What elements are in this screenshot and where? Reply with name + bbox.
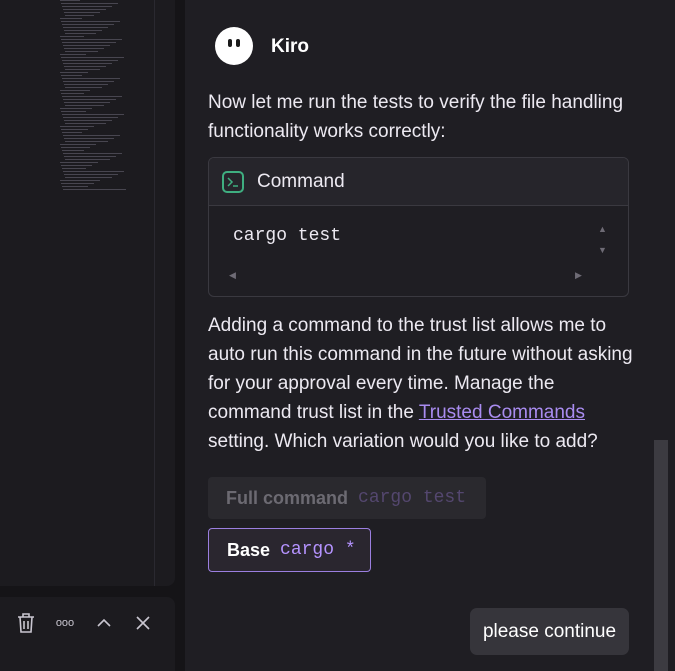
minimap-line xyxy=(64,174,118,175)
minimap-line xyxy=(65,159,110,160)
pane-divider xyxy=(154,0,155,586)
minimap-line xyxy=(62,132,82,133)
minimap-line xyxy=(60,108,92,109)
minimap-line xyxy=(61,39,122,40)
minimap-line xyxy=(62,24,114,25)
close-icon[interactable] xyxy=(131,611,155,635)
minimap-line xyxy=(63,63,112,64)
minimap-line xyxy=(62,60,118,61)
minimap-line xyxy=(63,153,122,154)
minimap-line xyxy=(60,72,88,73)
minimap-line xyxy=(65,33,96,34)
minimap-line xyxy=(63,171,124,172)
minimap-line xyxy=(62,42,116,43)
minimap-line xyxy=(60,180,100,181)
minimap-line xyxy=(63,27,108,28)
scroll-right-arrow[interactable]: ▶ xyxy=(575,270,582,281)
chat-panel: Kiro Now let me run the tests to verify … xyxy=(185,0,675,671)
agent-message: Now let me run the tests to verify the f… xyxy=(208,92,624,142)
minimap-line xyxy=(65,177,112,178)
minimap-line xyxy=(65,105,104,106)
chat-scrollbar[interactable] xyxy=(654,440,668,671)
full-command-button[interactable]: Full command cargo test xyxy=(208,477,486,519)
minimap-line xyxy=(63,9,106,10)
base-command-button[interactable]: Base cargo * xyxy=(208,528,371,572)
minimap-line xyxy=(65,51,98,52)
minimap-line xyxy=(62,150,84,151)
command-card-header: Command xyxy=(209,158,628,206)
minimap-line xyxy=(64,30,102,31)
minimap-line xyxy=(61,129,88,130)
minimap-line xyxy=(62,186,88,187)
full-command-value: cargo test xyxy=(358,488,467,508)
minimap-line xyxy=(60,162,98,163)
minimap-line xyxy=(64,138,114,139)
minimap-line xyxy=(65,141,108,142)
minimap-line xyxy=(61,93,84,94)
minimap-line xyxy=(62,114,124,115)
trust-prompt-text-end: setting. Which variation would you like … xyxy=(208,431,598,452)
minimap-line xyxy=(60,144,96,145)
trust-prompt: Adding a command to the trust list allow… xyxy=(208,311,638,456)
minimap-line xyxy=(60,18,82,19)
minimap-line xyxy=(64,102,110,103)
base-command-value: cargo * xyxy=(280,540,356,560)
agent-name: Kiro xyxy=(271,36,309,57)
minimap-line xyxy=(63,99,116,100)
minimap-line xyxy=(65,123,106,124)
minimap[interactable] xyxy=(60,0,128,200)
scroll-up-arrow[interactable]: ▲ xyxy=(598,224,607,234)
minimap-line xyxy=(64,120,112,121)
bottom-toolbar: ooo xyxy=(0,597,175,671)
minimap-line xyxy=(65,87,102,88)
kiro-avatar xyxy=(215,27,253,65)
minimap-line xyxy=(63,135,120,136)
minimap-line xyxy=(61,183,94,184)
minimap-line xyxy=(60,54,86,55)
minimap-line xyxy=(61,75,82,76)
minimap-line xyxy=(63,81,114,82)
minimap-line xyxy=(64,66,106,67)
minimap-line xyxy=(60,36,84,37)
minimap-line xyxy=(61,3,118,4)
minimap-line xyxy=(62,96,122,97)
full-command-label: Full command xyxy=(226,487,349,508)
more-icon[interactable]: ooo xyxy=(53,611,77,635)
minimap-line xyxy=(61,165,92,166)
command-card: Command cargo test ▲ ▼ ◀ ▶ xyxy=(208,157,629,297)
minimap-line xyxy=(60,126,94,127)
terminal-icon xyxy=(222,170,244,193)
minimap-line xyxy=(61,147,90,148)
minimap-line xyxy=(65,15,94,16)
minimap-line xyxy=(63,189,126,190)
minimap-line xyxy=(61,111,86,112)
minimap-line xyxy=(60,90,90,91)
trusted-commands-link[interactable]: Trusted Commands xyxy=(419,402,585,423)
minimap-line xyxy=(61,21,120,22)
chevron-up-icon[interactable] xyxy=(92,611,116,635)
minimap-line xyxy=(61,57,124,58)
minimap-line xyxy=(62,78,120,79)
user-message: please continue xyxy=(470,608,629,655)
command-card-title: Command xyxy=(257,170,345,192)
minimap-line xyxy=(62,168,86,169)
trash-icon[interactable] xyxy=(14,611,38,635)
minimap-line xyxy=(64,12,100,13)
base-command-label: Base xyxy=(227,539,271,560)
minimap-line xyxy=(64,84,108,85)
minimap-line xyxy=(60,0,80,1)
minimap-line xyxy=(65,69,100,70)
scroll-left-arrow[interactable]: ◀ xyxy=(229,270,236,281)
command-code: cargo test xyxy=(233,226,342,246)
minimap-line xyxy=(63,117,118,118)
minimap-line xyxy=(64,156,116,157)
scroll-down-arrow[interactable]: ▼ xyxy=(598,245,607,255)
minimap-line xyxy=(62,6,112,7)
minimap-line xyxy=(64,48,104,49)
editor-pane xyxy=(0,0,175,586)
minimap-line xyxy=(63,45,110,46)
